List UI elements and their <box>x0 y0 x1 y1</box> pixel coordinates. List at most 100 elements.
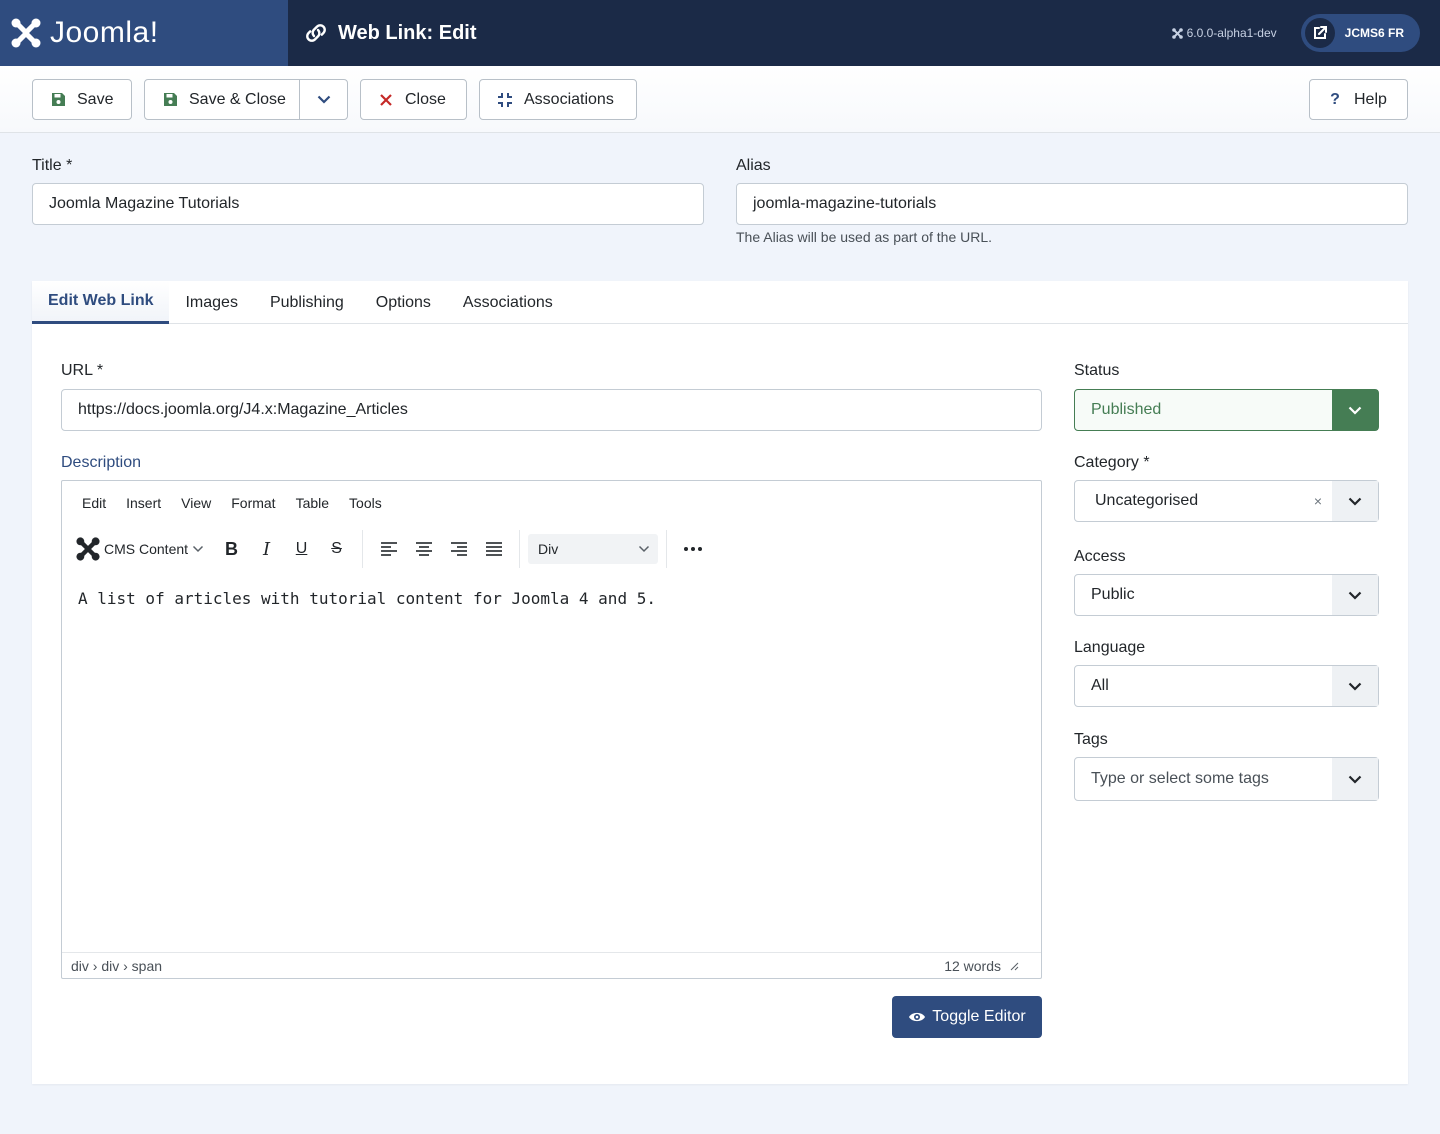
tags-placeholder: Type or select some tags <box>1091 770 1269 787</box>
toolbar-divider <box>666 530 668 568</box>
tab-options[interactable]: Options <box>360 281 447 324</box>
associations-label: Associations <box>524 90 614 108</box>
link-icon <box>306 24 326 42</box>
editor-menubar: Edit Insert View Format Table Tools <box>70 495 390 511</box>
language-label: Language <box>1074 639 1146 656</box>
menu-insert[interactable]: Insert <box>114 495 169 511</box>
word-count[interactable]: 12 words <box>944 958 1001 974</box>
page-title-wrap: Web Link: Edit <box>288 22 1172 45</box>
align-center-icon[interactable] <box>406 533 441 565</box>
cms-content-label: CMS Content <box>104 541 189 557</box>
more-icon[interactable] <box>675 533 710 565</box>
category-value: Uncategorised <box>1095 492 1199 509</box>
chevron-down-icon <box>1332 758 1378 800</box>
chevron-down-icon <box>1332 390 1378 430</box>
save-close-button[interactable]: Save & Close <box>145 80 299 119</box>
menu-edit[interactable]: Edit <box>70 495 114 511</box>
close-button[interactable]: Close <box>360 79 467 120</box>
cms-content-dropdown[interactable]: CMS Content <box>76 533 208 565</box>
floppy-icon <box>49 91 67 109</box>
help-button[interactable]: ? Help <box>1309 79 1408 120</box>
floppy-icon <box>161 91 179 109</box>
editor-content[interactable]: A list of articles with tutorial content… <box>78 589 656 608</box>
alias-hint: The Alias will be used as part of the UR… <box>736 229 993 245</box>
chevron-down-icon <box>317 95 330 104</box>
category-label: Category * <box>1074 454 1150 471</box>
chevron-down-icon <box>1332 666 1378 706</box>
align-left-icon[interactable] <box>371 533 406 565</box>
tab-list: Edit Web Link Images Publishing Options … <box>32 281 1408 324</box>
status-value: Published <box>1091 401 1162 418</box>
title-input[interactable]: Joomla Magazine Tutorials <box>32 183 704 225</box>
logo-text: Joomla! <box>50 16 159 49</box>
access-select[interactable]: Public <box>1074 574 1379 616</box>
page-title: Web Link: Edit <box>338 21 477 44</box>
element-path[interactable]: div › div › span <box>71 958 162 974</box>
close-label: Close <box>405 90 446 108</box>
italic-icon[interactable]: I <box>249 533 284 565</box>
alias-label: Alias <box>736 157 771 174</box>
question-icon: ? <box>1330 90 1340 108</box>
tab-images[interactable]: Images <box>169 281 253 324</box>
menu-view[interactable]: View <box>169 495 219 511</box>
joomla-logo-icon <box>76 537 100 561</box>
menu-format[interactable]: Format <box>219 495 283 511</box>
underline-icon[interactable]: U <box>284 533 319 565</box>
align-justify-icon[interactable] <box>476 533 511 565</box>
block-format-value: Div <box>538 541 559 557</box>
access-value: Public <box>1091 586 1135 603</box>
help-label: Help <box>1354 90 1387 108</box>
clear-icon[interactable]: × <box>1314 493 1322 509</box>
tab-publishing[interactable]: Publishing <box>254 281 360 324</box>
tags-label: Tags <box>1074 731 1108 748</box>
tags-select[interactable]: Type or select some tags <box>1074 757 1379 801</box>
app-header: Joomla! Web Link: Edit 6.0.0-alpha1-dev … <box>0 0 1440 66</box>
chevron-down-icon <box>1332 481 1378 521</box>
tab-associations[interactable]: Associations <box>447 281 569 324</box>
status-label: Status <box>1074 362 1120 379</box>
url-label: URL * <box>61 362 104 379</box>
joomla-logo[interactable]: Joomla! <box>0 0 288 66</box>
external-link-icon <box>1304 18 1335 48</box>
description-label: Description <box>61 454 142 471</box>
menu-table[interactable]: Table <box>284 495 337 511</box>
menu-tools[interactable]: Tools <box>337 495 390 511</box>
language-value: All <box>1091 677 1109 694</box>
chevron-down-icon <box>1332 575 1378 615</box>
save-close-group: Save & Close <box>144 79 348 120</box>
category-select[interactable]: Uncategorised × <box>1074 480 1379 522</box>
alias-input[interactable]: joomla-magazine-tutorials <box>736 183 1408 225</box>
description-editor: Edit Insert View Format Table Tools CMS … <box>61 480 1042 979</box>
site-name: JCMS6 FR <box>1344 26 1404 40</box>
chevron-down-icon <box>193 545 204 553</box>
access-label: Access <box>1074 548 1126 565</box>
view-site-button[interactable]: JCMS6 FR <box>1300 14 1420 52</box>
status-select[interactable]: Published <box>1074 389 1379 431</box>
save-label: Save <box>77 90 114 108</box>
editor-statusbar: div › div › span 12 words <box>62 952 1041 978</box>
strikethrough-icon[interactable]: S <box>319 533 354 565</box>
joomla-small-icon <box>1171 27 1183 39</box>
resize-handle-icon[interactable] <box>1009 961 1019 971</box>
save-close-label: Save & Close <box>189 90 286 108</box>
save-dropdown-toggle[interactable] <box>300 80 347 119</box>
associations-button[interactable]: Associations <box>479 79 637 120</box>
bold-icon[interactable]: B <box>214 533 249 565</box>
toggle-editor-button[interactable]: Toggle Editor <box>892 996 1042 1038</box>
url-input[interactable]: https://docs.joomla.org/J4.x:Magazine_Ar… <box>61 389 1042 431</box>
block-format-select[interactable]: Div <box>528 534 659 564</box>
toolbar-divider <box>519 530 521 568</box>
title-label: Title * <box>32 157 73 174</box>
language-select[interactable]: All <box>1074 665 1379 707</box>
compress-icon <box>496 91 514 109</box>
close-icon <box>377 91 395 109</box>
save-button[interactable]: Save <box>32 79 132 120</box>
toggle-editor-label: Toggle Editor <box>932 1008 1026 1025</box>
toolbar-divider <box>362 530 364 568</box>
editor-toolbar: CMS Content B I U S Div <box>76 529 710 569</box>
joomla-logo-icon <box>11 18 41 48</box>
align-right-icon[interactable] <box>441 533 476 565</box>
eye-icon <box>909 1012 926 1022</box>
toolbar: Save Save & Close Close Associations ? H… <box>0 66 1440 133</box>
tab-edit-web-link[interactable]: Edit Web Link <box>32 281 170 324</box>
